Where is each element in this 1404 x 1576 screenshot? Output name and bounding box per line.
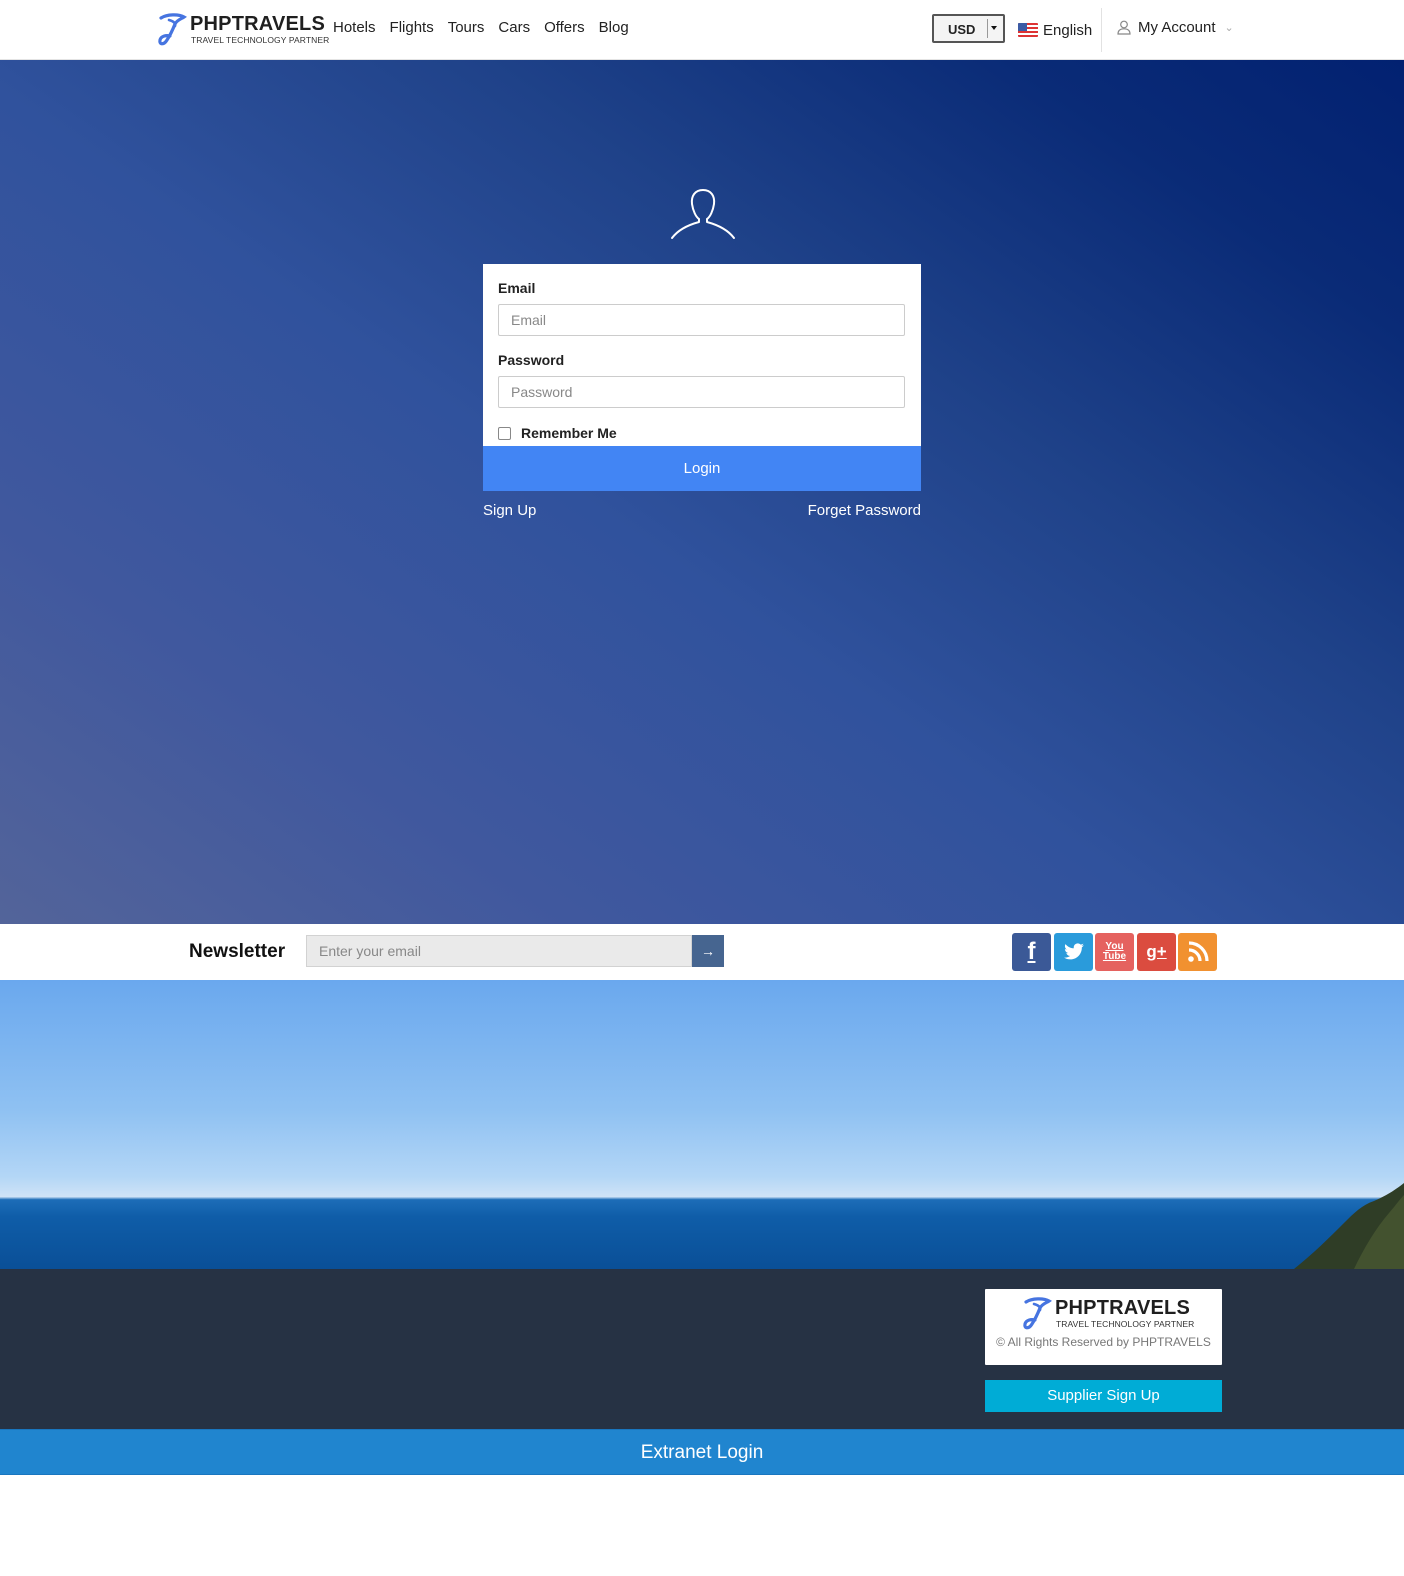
dropdown-arrow-icon	[987, 19, 1000, 38]
nav-tours[interactable]: Tours	[441, 19, 492, 36]
rss-icon[interactable]	[1178, 933, 1217, 971]
sign-up-link[interactable]: Sign Up	[483, 502, 536, 519]
account-label: My Account	[1138, 19, 1216, 36]
facebook-icon[interactable]: f	[1012, 933, 1051, 971]
header-divider	[1101, 8, 1102, 52]
newsletter-title: Newsletter	[189, 941, 286, 962]
currency-select[interactable]: USD	[932, 14, 1005, 43]
login-form: Email Password Remember Me Login	[483, 264, 921, 491]
rss-feed-icon	[1187, 941, 1209, 962]
nav-flights[interactable]: Flights	[383, 19, 441, 36]
google-plus-icon[interactable]: g+	[1137, 933, 1176, 971]
chevron-down-icon: ⌄	[1224, 22, 1234, 34]
youtube-text-bottom: Tube	[1102, 951, 1127, 962]
brand-tagline: TRAVEL TECHNOLOGY PARTNER	[1056, 1319, 1195, 1329]
password-input[interactable]	[498, 376, 905, 408]
user-avatar-icon	[671, 189, 735, 239]
brand-tagline: TRAVEL TECHNOLOGY PARTNER	[191, 35, 330, 45]
footer-brand-box: PHPTRAVELS TRAVEL TECHNOLOGY PARTNER © A…	[985, 1289, 1222, 1365]
us-flag-icon	[1018, 23, 1038, 37]
password-label: Password	[498, 352, 565, 368]
arrow-right-icon: →	[701, 943, 715, 959]
remember-me-checkbox[interactable]	[498, 426, 511, 440]
youtube-icon[interactable]: You Tube	[1095, 933, 1134, 971]
remember-me: Remember Me	[498, 425, 617, 441]
nav-offers[interactable]: Offers	[537, 19, 592, 36]
nav-cars[interactable]: Cars	[491, 19, 537, 36]
extranet-login-button[interactable]: Extranet Login	[0, 1429, 1404, 1475]
email-input[interactable]	[498, 304, 905, 336]
brand-logo[interactable]: PHPTRAVELS TRAVEL TECHNOLOGY PARTNER	[157, 12, 329, 48]
login-hero: Email Password Remember Me Login Sign Up…	[0, 60, 1404, 924]
email-label: Email	[498, 280, 536, 296]
currency-value: USD	[948, 22, 976, 37]
top-navbar: PHPTRAVELS TRAVEL TECHNOLOGY PARTNER Hot…	[0, 0, 1404, 60]
login-button[interactable]: Login	[483, 446, 921, 491]
language-selector[interactable]: English	[1018, 19, 1092, 41]
newsletter-email-input[interactable]	[306, 935, 692, 967]
user-icon	[1117, 20, 1131, 35]
newsletter-submit-button[interactable]: →	[692, 935, 724, 967]
language-label: English	[1043, 21, 1093, 39]
brand-name: PHPTRAVELS	[190, 13, 325, 35]
supplier-sign-up-button[interactable]: Supplier Sign Up	[985, 1380, 1222, 1412]
logo-mark-icon	[1023, 1297, 1052, 1330]
remember-me-label: Remember Me	[521, 425, 617, 441]
footer-brand-logo[interactable]: PHPTRAVELS TRAVEL TECHNOLOGY PARTNER	[1022, 1296, 1195, 1334]
main-nav: Hotels Flights Tours Cars Offers Blog	[326, 19, 636, 36]
newsletter-bar: Newsletter → f You Tube g+	[0, 924, 1404, 980]
ocean-banner-image	[0, 980, 1404, 1269]
copyright-text: © All Rights Reserved by PHPTRAVELS	[996, 1335, 1211, 1349]
forget-password-link[interactable]: Forget Password	[808, 502, 921, 519]
twitter-bird-icon	[1063, 943, 1084, 960]
nav-blog[interactable]: Blog	[592, 19, 636, 36]
nav-hotels[interactable]: Hotels	[326, 19, 383, 36]
logo-mark-icon	[158, 13, 187, 46]
twitter-icon[interactable]	[1054, 933, 1093, 971]
brand-name: PHPTRAVELS	[1055, 1297, 1190, 1319]
footer: PHPTRAVELS TRAVEL TECHNOLOGY PARTNER © A…	[0, 1269, 1404, 1429]
my-account-menu[interactable]: My Account ⌄	[1117, 19, 1234, 36]
cliff-image	[1294, 1183, 1404, 1269]
